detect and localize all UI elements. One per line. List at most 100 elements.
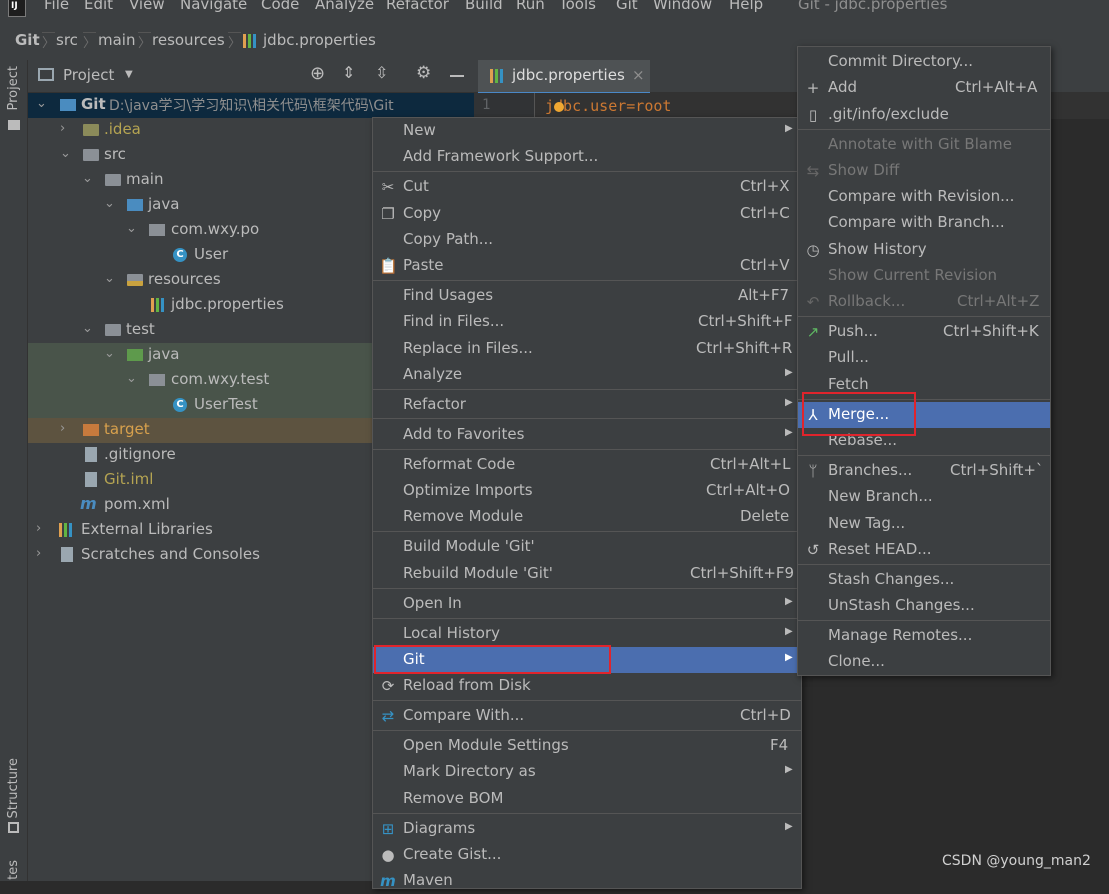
- chevron-down-icon[interactable]: ⌄: [104, 271, 115, 286]
- menu-item-commit-directory[interactable]: Commit Directory...: [798, 49, 1050, 75]
- menu-run[interactable]: Run: [516, 0, 545, 13]
- hide-icon[interactable]: [450, 75, 464, 77]
- chevron-right-icon[interactable]: ›: [36, 546, 41, 561]
- menu-item-find-usages[interactable]: Find Usages Alt+F7: [373, 283, 801, 309]
- menu-analyze[interactable]: Analyze: [315, 0, 374, 13]
- menu-git[interactable]: Git: [616, 0, 638, 13]
- project-tool-button[interactable]: Project: [6, 66, 21, 110]
- menu-item-refactor[interactable]: Refactor ▶: [373, 392, 801, 418]
- menu-view[interactable]: View: [129, 0, 165, 13]
- menu-refactor[interactable]: Refactor: [386, 0, 449, 13]
- menu-item-optimize-imports[interactable]: Optimize Imports Ctrl+Alt+O: [373, 478, 801, 504]
- breadcrumb-item[interactable]: src: [56, 31, 78, 49]
- menu-item-compare-revision[interactable]: Compare with Revision...: [798, 184, 1050, 210]
- menu-item-maven[interactable]: m Maven: [373, 868, 801, 894]
- chevron-right-icon[interactable]: ›: [60, 421, 65, 436]
- chevron-down-icon[interactable]: ⌄: [82, 171, 93, 186]
- menu-help[interactable]: Help: [729, 0, 763, 13]
- menu-navigate[interactable]: Navigate: [180, 0, 247, 13]
- chevron-right-icon[interactable]: ›: [36, 521, 41, 536]
- menu-item-remove-module[interactable]: Remove Module Delete: [373, 504, 801, 530]
- chevron-down-icon[interactable]: ⌄: [104, 346, 115, 361]
- project-panel-title[interactable]: Project: [63, 66, 114, 84]
- menu-item-add-to-favorites[interactable]: Add to Favorites ▶: [373, 422, 801, 448]
- menu-item-branches[interactable]: ᛘ Branches... Ctrl+Shift+`: [798, 458, 1050, 484]
- menu-tools[interactable]: Tools: [559, 0, 596, 13]
- menu-item-manage-remotes[interactable]: Manage Remotes...: [798, 623, 1050, 649]
- menu-item-paste[interactable]: 📋 Paste Ctrl+V: [373, 253, 801, 279]
- menu-item-add[interactable]: + Add Ctrl+Alt+A: [798, 75, 1050, 101]
- chevron-down-icon[interactable]: ⌄: [126, 371, 137, 386]
- tree-label: UserTest: [194, 395, 258, 413]
- menu-item-show-diff[interactable]: ⇆ Show Diff: [798, 158, 1050, 184]
- menu-build[interactable]: Build: [465, 0, 503, 13]
- menu-item-open-in[interactable]: Open In ▶: [373, 591, 801, 617]
- chevron-right-icon[interactable]: ›: [60, 121, 65, 136]
- menu-item-analyze[interactable]: Analyze ▶: [373, 362, 801, 388]
- separator: [373, 171, 801, 172]
- bulb-icon[interactable]: [554, 102, 564, 112]
- tree-label: User: [194, 245, 229, 263]
- menu-item-local-history[interactable]: Local History ▶: [373, 621, 801, 647]
- menu-item-replace-in-files[interactable]: Replace in Files... Ctrl+Shift+R: [373, 336, 801, 362]
- menu-item-pull[interactable]: Pull...: [798, 345, 1050, 371]
- menu-item-copy-path[interactable]: Copy Path...: [373, 227, 801, 253]
- chevron-down-icon[interactable]: ⌄: [126, 221, 137, 236]
- menu-item-remove-bom[interactable]: Remove BOM: [373, 786, 801, 812]
- folder-icon: [8, 120, 20, 130]
- menu-item-add-framework-support[interactable]: Add Framework Support...: [373, 144, 801, 170]
- menu-item-git-exclude[interactable]: ▯ .git/info/exclude: [798, 102, 1050, 128]
- breadcrumb-item[interactable]: Git: [15, 31, 40, 49]
- menu-item-reformat-code[interactable]: Reformat Code Ctrl+Alt+L: [373, 452, 801, 478]
- menu-edit[interactable]: Edit: [84, 0, 113, 13]
- menu-item-rebuild-module[interactable]: Rebuild Module 'Git' Ctrl+Shift+F9: [373, 561, 801, 587]
- menu-item-cut[interactable]: ✂ Cut Ctrl+X: [373, 174, 801, 200]
- menu-item-open-module-settings[interactable]: Open Module Settings F4: [373, 733, 801, 759]
- menu-item-stash-changes[interactable]: Stash Changes...: [798, 567, 1050, 593]
- breadcrumb-item[interactable]: jdbc.properties: [263, 31, 376, 49]
- editor-tab[interactable]: jdbc.properties ×: [478, 60, 650, 95]
- menu-item-reset-head[interactable]: ↺ Reset HEAD...: [798, 537, 1050, 563]
- clock-icon: ◷: [806, 241, 820, 259]
- menu-item-diagrams[interactable]: ⊞ Diagrams ▶: [373, 816, 801, 842]
- menu-item-compare-with[interactable]: ⇄ Compare With... Ctrl+D: [373, 703, 801, 729]
- project-view-icon: [38, 68, 54, 81]
- menu-item-show-current-revision[interactable]: Show Current Revision: [798, 263, 1050, 289]
- locate-icon[interactable]: ⊕: [310, 63, 325, 84]
- menu-code[interactable]: Code: [261, 0, 299, 13]
- menu-item-mark-directory-as[interactable]: Mark Directory as ▶: [373, 759, 801, 785]
- tree-row-root[interactable]: ⌄ Git D:\java学习\学习知识\相关代码\框架代码\Git: [28, 93, 474, 118]
- chevron-down-icon[interactable]: ▼: [125, 69, 133, 80]
- breadcrumb-item[interactable]: resources: [152, 31, 225, 49]
- menu-item-reload-from-disk[interactable]: ⟳ Reload from Disk: [373, 673, 801, 699]
- close-icon[interactable]: ×: [632, 66, 645, 84]
- chevron-right-icon: 〉: [42, 32, 56, 51]
- menu-window[interactable]: Window: [653, 0, 712, 13]
- chevron-down-icon[interactable]: ⌄: [60, 146, 71, 161]
- module-folder-icon: [60, 99, 76, 111]
- structure-tool-button[interactable]: Structure: [6, 758, 21, 818]
- tool-button[interactable]: tes: [6, 860, 21, 880]
- menu-item-create-gist[interactable]: ● Create Gist...: [373, 842, 801, 868]
- menu-item-new[interactable]: New ▶: [373, 118, 801, 144]
- menu-item-annotate[interactable]: Annotate with Git Blame: [798, 132, 1050, 158]
- chevron-down-icon[interactable]: ⌄: [36, 96, 47, 111]
- menu-item-find-in-files[interactable]: Find in Files... Ctrl+Shift+F: [373, 309, 801, 335]
- chevron-down-icon[interactable]: ⌄: [104, 196, 115, 211]
- collapse-all-icon[interactable]: ⇳: [375, 63, 388, 82]
- menu-file[interactable]: File: [44, 0, 69, 13]
- gear-icon[interactable]: ⚙: [416, 63, 431, 83]
- chevron-down-icon[interactable]: ⌄: [82, 321, 93, 336]
- menu-item-show-history[interactable]: ◷ Show History: [798, 237, 1050, 263]
- menu-item-copy[interactable]: ❐ Copy Ctrl+C: [373, 201, 801, 227]
- expand-all-icon[interactable]: ⇕: [342, 63, 355, 82]
- menu-item-new-tag[interactable]: New Tag...: [798, 511, 1050, 537]
- breadcrumb-item[interactable]: main: [98, 31, 135, 49]
- menu-item-rollback[interactable]: ↶ Rollback... Ctrl+Alt+Z: [798, 289, 1050, 315]
- menu-item-push[interactable]: ↗ Push... Ctrl+Shift+K: [798, 319, 1050, 345]
- menu-item-clone[interactable]: Clone...: [798, 649, 1050, 675]
- menu-item-new-branch[interactable]: New Branch...: [798, 484, 1050, 510]
- menu-item-build-module[interactable]: Build Module 'Git': [373, 534, 801, 560]
- menu-item-unstash-changes[interactable]: UnStash Changes...: [798, 593, 1050, 619]
- menu-item-compare-branch[interactable]: Compare with Branch...: [798, 210, 1050, 236]
